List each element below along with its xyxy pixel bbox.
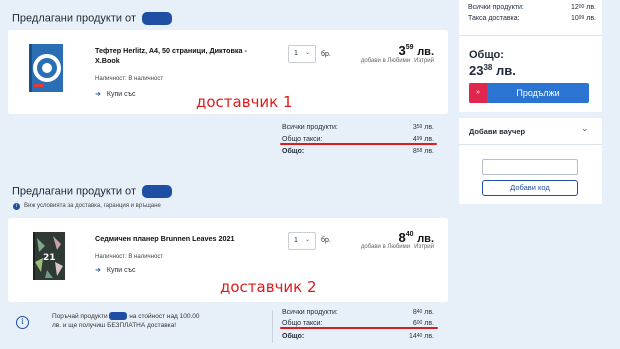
svg-text:21: 21	[43, 253, 56, 263]
product-price: 840 лв.	[376, 230, 434, 245]
arrow-right-icon: ➜	[95, 267, 101, 274]
sidebar-delivery-fee-label: Такса доставка:	[468, 15, 520, 22]
chevron-down-icon: ⌄	[304, 50, 310, 56]
continue-button[interactable]: » Продължи	[469, 83, 589, 103]
seller-name-redacted	[109, 312, 128, 321]
seller1-heading: Предлагани продукти от	[12, 12, 173, 25]
summary-all-products-value: 359 лв.	[412, 124, 434, 131]
sidebar-delivery-fee-value: 1099 лв.	[570, 15, 596, 22]
chevron-down-icon[interactable]: ⌄	[581, 123, 589, 134]
price-int: 3	[398, 43, 406, 58]
notebook-product-image[interactable]	[29, 44, 63, 92]
price-currency: лв.	[417, 46, 434, 58]
voucher-code-input[interactable]	[482, 159, 578, 175]
continue-label: Продължи	[516, 88, 560, 98]
seller-name-redacted	[142, 185, 173, 198]
quantity-unit: бр.	[321, 237, 331, 244]
chevron-right-icon: »	[469, 83, 487, 103]
summary-total-value: 1440 лв.	[408, 333, 434, 340]
summary-fees-value: 499 лв.	[412, 136, 434, 143]
grand-total-value: 2338 лв.	[469, 63, 516, 78]
chevron-down-icon: ⌄	[304, 237, 310, 243]
seller1-heading-text: Предлагани продукти от	[12, 12, 136, 25]
divider	[459, 144, 602, 145]
conditions-link[interactable]: i Виж условията за доставка, гаранция и в…	[13, 203, 161, 210]
conditions-link-label: Виж условията за доставка, гаранция и вр…	[24, 203, 161, 209]
order-summary-card: Всички продукти: 1200 лв. Такса доставка…	[459, 0, 602, 112]
summary-all-products-value: 840 лв.	[412, 309, 434, 316]
quantity-value: 1	[294, 50, 298, 57]
summary-total-value: 858 лв.	[412, 148, 434, 155]
divider	[459, 35, 602, 36]
product-name[interactable]: Седмичен планер Brunnen Leaves 2021	[95, 234, 265, 244]
note-part-b: на стойност над 100.00	[129, 313, 200, 320]
quantity-unit: бр.	[321, 51, 331, 58]
quantity-select[interactable]: 1 ⌄	[288, 232, 316, 250]
seller-name-redacted	[142, 12, 173, 25]
summary-total-label: Общо:	[282, 148, 305, 155]
note-part-a: Поръчай продукти	[52, 313, 108, 320]
availability-text: Наличност: В наличност	[95, 254, 164, 260]
quantity-select[interactable]: 1 ⌄	[288, 45, 316, 63]
seller2-heading-text: Предлагани продукти от	[12, 185, 136, 198]
quantity-value: 1	[294, 237, 298, 244]
price-dec: 40	[405, 231, 414, 238]
buy-with-label: Купи със	[106, 267, 136, 274]
grand-total-label: Общо:	[469, 49, 504, 61]
remove-link[interactable]: Изтрий	[414, 58, 434, 64]
summary-total-label: Общо:	[282, 333, 305, 340]
add-to-favorites-link[interactable]: добави в Любими	[361, 58, 410, 64]
product-price: 359 лв.	[376, 43, 434, 58]
add-code-button[interactable]: Добави код	[482, 180, 578, 196]
buy-with-label: Купи със	[106, 91, 136, 98]
info-icon: i	[13, 203, 20, 210]
summary-fees-label: Общо такси:	[282, 320, 323, 327]
arrow-right-icon: ➜	[95, 91, 101, 98]
remove-link[interactable]: Изтрий	[414, 244, 434, 250]
summary-fees-value: 600 лв.	[412, 320, 434, 327]
add-to-favorites-link[interactable]: добави в Любими	[361, 244, 410, 250]
summary-fees-label: Общо такси:	[282, 136, 323, 143]
price-dec: 59	[405, 44, 414, 51]
product-actions: добави в Любими Изтрий	[351, 58, 434, 64]
summary-all-products-label: Всички продукти:	[282, 309, 338, 316]
red-underline	[280, 327, 438, 329]
product-actions: добави в Любими Изтрий	[351, 244, 434, 250]
buy-with-link[interactable]: ➜ Купи със	[95, 90, 135, 98]
price-int: 8	[398, 230, 406, 245]
product-name[interactable]: Тефтер Herlitz, A4, 50 страници, Диктовк…	[95, 46, 265, 66]
summary-all-products-label: Всички продукти:	[282, 124, 338, 131]
sidebar-all-products-label: Всички продукти:	[468, 4, 524, 11]
buy-with-link[interactable]: ➜ Купи със	[95, 266, 135, 274]
info-icon: i	[16, 316, 29, 329]
voucher-card: Добави ваучер ⌄ Добави код	[459, 118, 602, 204]
seller2-heading: Предлагани продукти от	[12, 185, 173, 198]
availability-text: Наличност: В наличност	[95, 76, 164, 82]
voucher-toggle-label[interactable]: Добави ваучер	[469, 127, 525, 136]
seller2-product-card: 21 Седмичен планер Brunnen Leaves 2021 Н…	[8, 218, 448, 302]
planner-product-image[interactable]: 21	[33, 232, 65, 280]
note-part-c: лв. и ще получиш БЕЗПЛАТНА доставка!	[52, 322, 177, 329]
annotation-supplier-1: доставчик 1	[196, 93, 293, 111]
annotation-supplier-2: доставчик 2	[220, 278, 317, 296]
sidebar-all-products-value: 1200 лв.	[570, 4, 596, 11]
red-underline	[280, 143, 437, 145]
free-delivery-note: Поръчай продукти на стойност над 100.00 …	[52, 312, 252, 330]
divider	[272, 310, 273, 343]
seller1-product-card: Тефтер Herlitz, A4, 50 страници, Диктовк…	[8, 30, 448, 114]
